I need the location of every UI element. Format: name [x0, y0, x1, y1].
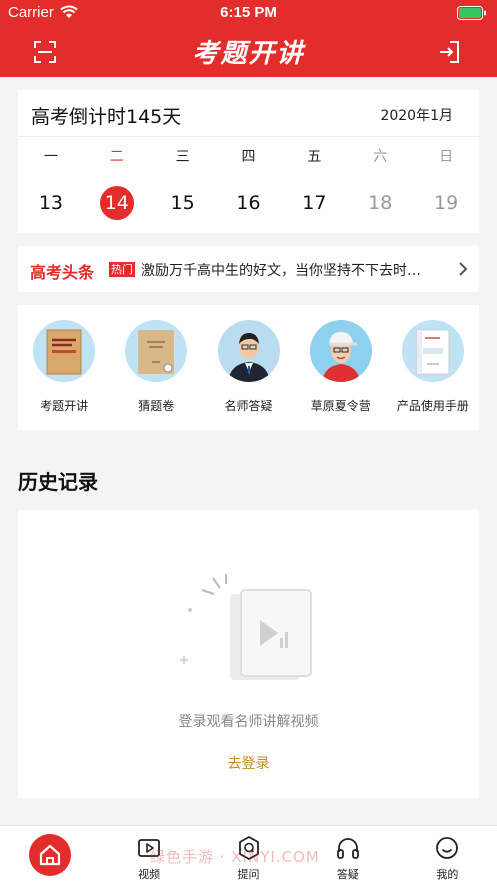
status-bar: Carrier 6:15 PM — [0, 0, 497, 26]
calendar-day[interactable]: 15 — [150, 186, 216, 220]
empty-state-text: 登录观看名师讲解视频 — [178, 714, 319, 730]
book-cover-icon — [33, 320, 96, 382]
headline-text[interactable]: 激励万千高中生的好文，当你坚持不下去时… — [141, 260, 441, 280]
history-title: 历史记录 — [18, 470, 98, 494]
hot-badge: 热门 — [109, 262, 135, 277]
entry-label: 产品使用手册 — [396, 399, 469, 413]
calendar-day[interactable]: 13 — [18, 186, 84, 220]
camp-avatar-icon — [309, 320, 372, 382]
tab-label: 提问 — [237, 868, 260, 881]
empty-video-illustration — [180, 574, 312, 680]
weekday-wed: 三 — [175, 149, 190, 165]
battery-icon — [457, 6, 486, 20]
calendar-card: 高考倒计时145天 2020年1月 一 二 三 四 五 六 日 13 14 15… — [18, 90, 479, 233]
login-link[interactable]: 去登录 — [18, 753, 479, 773]
top-bar: Carrier 6:15 PM 考题开讲 — [0, 0, 497, 77]
entry-label: 名师答疑 — [224, 399, 273, 413]
headline-label: 高考头条 — [30, 263, 95, 282]
calendar-day[interactable]: 19 — [413, 186, 479, 220]
tab-home[interactable] — [0, 826, 99, 883]
entry-guess-papers[interactable]: 猜题卷 — [110, 305, 202, 430]
calendar-day[interactable]: 17 — [281, 186, 347, 220]
entry-summer-camp[interactable]: 草原夏令营 — [295, 305, 387, 430]
home-button[interactable] — [28, 834, 71, 876]
calendar-day[interactable]: 16 — [216, 186, 282, 220]
entry-label: 草原夏令营 — [310, 399, 371, 413]
calendar-month[interactable]: 2020年1月 — [380, 105, 453, 125]
exam-paper-icon — [125, 320, 188, 382]
weekday-tue: 二 — [109, 149, 124, 165]
headphones-icon — [337, 838, 359, 859]
chevron-right-icon[interactable] — [457, 261, 469, 277]
today-marker: 14 — [99, 186, 134, 220]
divider — [18, 136, 479, 137]
calendar-day[interactable]: 18 — [347, 186, 413, 220]
app-logo: 考题开讲 — [192, 39, 305, 69]
entry-label: 猜题卷 — [138, 399, 175, 413]
tab-profile[interactable]: 我的 — [398, 826, 497, 883]
profile-icon — [436, 837, 459, 859]
entry-product-manual[interactable]: 产品使用手册 — [387, 305, 479, 430]
watermark: 绿色手游 · XINYI.COM — [150, 848, 320, 866]
history-card: 登录观看名师讲解视频 去登录 — [18, 510, 479, 798]
countdown-title: 高考倒计时145天 — [31, 106, 182, 128]
entry-exam-lectures[interactable]: 考题开讲 — [18, 305, 110, 430]
tab-label: 答疑 — [336, 868, 359, 881]
manual-icon — [401, 320, 464, 382]
tab-label: 我的 — [436, 868, 459, 881]
entry-label: 考题开讲 — [40, 399, 89, 413]
weekday-row: 一 二 三 四 五 六 日 — [18, 146, 479, 168]
clock: 6:15 PM — [220, 4, 277, 21]
day-row: 13 14 15 16 17 18 19 — [18, 186, 479, 220]
quick-entries: 考题开讲 猜题卷 名师答疑 草原夏令营 产品使用手册 — [18, 305, 479, 430]
weekday-sat: 六 — [373, 149, 388, 165]
tab-label: 视频 — [138, 868, 161, 881]
weekday-thu: 四 — [241, 149, 256, 165]
entry-teacher-qa[interactable]: 名师答疑 — [202, 305, 294, 430]
weekday-mon: 一 — [43, 149, 58, 165]
weekday-sun: 日 — [439, 149, 454, 165]
teacher-avatar-icon — [217, 320, 280, 382]
headline-bar[interactable]: 高考头条 热门 激励万千高中生的好文，当你坚持不下去时… — [18, 246, 479, 292]
calendar-day-today[interactable]: 14 — [84, 186, 150, 220]
home-icon — [39, 844, 60, 866]
login-icon[interactable] — [437, 40, 461, 64]
weekday-fri: 五 — [307, 149, 322, 165]
